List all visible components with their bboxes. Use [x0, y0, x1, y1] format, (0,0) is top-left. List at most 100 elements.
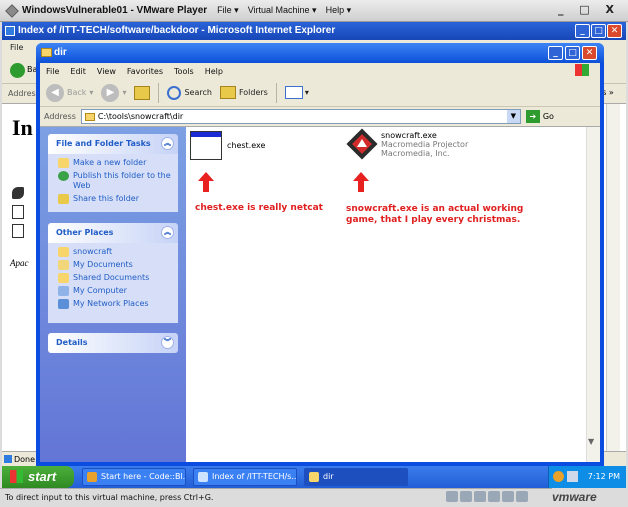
snowcraft-exe-name: snowcraft.exe — [381, 131, 437, 140]
windows-logo-icon — [10, 470, 23, 483]
folders-button[interactable]: Folders — [219, 86, 268, 99]
ie-server-footer: Apac — [10, 258, 29, 268]
ie-status-text: Done — [14, 455, 36, 464]
chest-exe-name[interactable]: chest.exe — [227, 141, 265, 150]
vmware-logo-icon — [5, 3, 19, 18]
snowcraft-annotation: snowcraft.exe is an actual working game,… — [346, 204, 524, 225]
vmware-window-controls[interactable]: _ □ X — [558, 3, 620, 16]
vmware-title-bar: WindowsVulnerable01 - VMware Player File… — [0, 0, 628, 22]
vmware-menu-help[interactable]: Help ▾ — [326, 5, 352, 16]
clock[interactable]: 7:12 PM — [588, 472, 620, 481]
explorer-title-bar[interactable]: dir — [36, 43, 604, 63]
snowcraft-exe-company: Macromedia, Inc. — [381, 149, 450, 158]
search-button[interactable]: Search — [167, 85, 212, 100]
tray-network-icon[interactable] — [567, 471, 578, 482]
place-my-computer[interactable]: My Computer — [58, 286, 178, 296]
menu-favorites[interactable]: Favorites — [127, 67, 163, 76]
hard-disk-icon[interactable] — [446, 491, 458, 502]
search-label: Search — [184, 88, 212, 97]
publish-folder-link[interactable]: Publish this folder to the Web — [58, 171, 178, 191]
taskbar-item-dir[interactable]: dir — [304, 468, 408, 486]
snowcraft-exe-details[interactable]: snowcraft.exe Macromedia Projector Macro… — [381, 131, 468, 158]
address-dropdown-icon[interactable]: ▼ — [506, 110, 520, 123]
explorer-minimize-button[interactable]: _ — [548, 46, 563, 60]
file-folder-tasks-panel: Make a new folder Publish this folder to… — [48, 154, 178, 212]
place-shared-documents[interactable]: Shared Documents — [58, 273, 178, 283]
tray-arrow-icon[interactable] — [553, 471, 564, 482]
ie-back-icon[interactable] — [10, 63, 25, 78]
taskbar-item-codeblocks[interactable]: Start here - Code::Bl... — [82, 468, 186, 486]
forward-button[interactable]: ▶ ▾ — [101, 83, 126, 102]
back-button[interactable]: ◀ Back ▾ — [46, 83, 93, 102]
vmware-logo: vmware — [552, 488, 628, 507]
cd-drive-icon[interactable] — [460, 491, 472, 502]
sound-icon[interactable] — [516, 491, 528, 502]
views-button[interactable]: ▾ — [284, 86, 309, 99]
explorer-toolbar: ◀ Back ▾ ▶ ▾ Search Folders ▾ — [40, 79, 600, 107]
other-places-header[interactable]: Other Places ︽ — [48, 223, 178, 243]
red-arrow-up-icon — [198, 172, 214, 192]
computer-icon — [58, 286, 69, 296]
menu-help[interactable]: Help — [205, 67, 223, 76]
expand-icon[interactable]: ︾ — [161, 336, 174, 349]
back-arrow-icon — [12, 187, 24, 199]
ie-page-heading: In — [12, 115, 33, 140]
vmware-device-icons — [446, 491, 542, 504]
file-list-scrollbar[interactable]: ▼ — [586, 127, 600, 462]
file-list-pane — [186, 127, 600, 462]
collapse-icon[interactable]: ︽ — [161, 137, 174, 150]
make-new-folder-link[interactable]: Make a new folder — [58, 158, 178, 168]
views-icon — [284, 86, 303, 99]
menu-tools[interactable]: Tools — [174, 67, 194, 76]
menu-file[interactable]: File — [46, 67, 59, 76]
snowcraft-exe-type: Macromedia Projector — [381, 140, 469, 149]
vmware-menu-virtual-machine[interactable]: Virtual Machine ▾ — [248, 5, 317, 16]
menu-edit[interactable]: Edit — [70, 67, 86, 76]
codeblocks-icon — [87, 472, 97, 482]
details-header[interactable]: Details ︾ — [48, 333, 178, 353]
up-folder-button[interactable] — [134, 85, 151, 100]
folder-icon — [58, 247, 69, 257]
windows-logo-icon — [575, 64, 589, 76]
vmware-title: WindowsVulnerable01 - VMware Player — [22, 5, 208, 16]
ie-scrollbar[interactable] — [606, 104, 620, 451]
vmware-menu-file[interactable]: File ▾ — [217, 5, 239, 16]
go-arrow-icon: ➔ — [525, 110, 540, 123]
address-value: C:\tools\snowcraft\dir — [97, 112, 184, 121]
red-arrow-up-icon — [353, 172, 369, 192]
usb-icon[interactable] — [502, 491, 514, 502]
file-folder-tasks-header[interactable]: File and Folder Tasks ︽ — [48, 134, 178, 154]
search-icon — [167, 85, 182, 100]
ie-icon — [5, 26, 15, 36]
snowcraft-exe-icon[interactable] — [345, 127, 379, 161]
explorer-menu-bar: File Edit View Favorites Tools Help — [40, 63, 600, 79]
go-button[interactable]: ➔ Go — [525, 110, 554, 123]
taskbar-item-ie[interactable]: Index of /ITT-TECH/s... — [193, 468, 297, 486]
place-my-documents[interactable]: My Documents — [58, 260, 178, 270]
ie-minimize-button[interactable]: _ — [575, 24, 590, 38]
shared-folder-icon — [58, 273, 69, 283]
globe-icon — [58, 171, 69, 181]
up-folder-icon — [134, 85, 151, 100]
ie-title-bar[interactable]: Index of /ITT-TECH/software/backdoor - M… — [2, 22, 626, 40]
share-folder-icon — [58, 194, 69, 204]
explorer-maximize-button[interactable]: □ — [565, 46, 580, 60]
explorer-close-button[interactable]: ✕ — [582, 46, 597, 60]
folder-icon — [41, 48, 52, 57]
floppy-icon[interactable] — [474, 491, 486, 502]
place-my-network-places[interactable]: My Network Places — [58, 299, 178, 309]
file-icon — [12, 224, 24, 238]
ie-maximize-button[interactable]: □ — [591, 24, 606, 38]
back-label: Back — [67, 88, 87, 97]
share-folder-link[interactable]: Share this folder — [58, 194, 178, 204]
place-snowcraft[interactable]: snowcraft — [58, 247, 178, 257]
menu-view[interactable]: View — [97, 67, 116, 76]
back-arrow-icon: ◀ — [46, 83, 64, 102]
explorer-address-bar: Address C:\tools\snowcraft\dir ▼ ➔ Go — [40, 107, 600, 127]
chest-exe-icon[interactable] — [190, 131, 222, 160]
ie-close-button[interactable]: ✕ — [607, 24, 622, 38]
collapse-icon[interactable]: ︽ — [161, 226, 174, 239]
other-places-panel: snowcraft My Documents Shared Documents … — [48, 243, 178, 323]
address-input[interactable]: C:\tools\snowcraft\dir ▼ — [80, 109, 521, 124]
network-adapter-icon[interactable] — [488, 491, 500, 502]
